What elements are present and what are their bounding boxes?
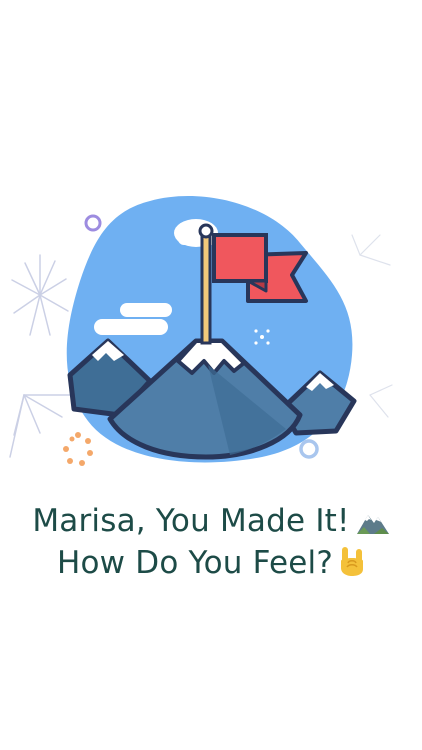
- rock-on-hand-emoji-icon: [339, 545, 365, 577]
- flag-pole: [200, 229, 212, 345]
- mountain-emoji-icon: [356, 509, 390, 535]
- headline-line-1: Marisa, You Made It!: [0, 500, 422, 542]
- sparkle-burst-right-icon: [351, 234, 393, 418]
- flag-pole-top: [198, 223, 214, 239]
- headline-text-1: Marisa, You Made It!: [32, 503, 350, 539]
- summit-flag-illustration: [0, 195, 422, 475]
- headline-line-2: How Do You Feel?: [0, 542, 422, 584]
- sparkle-burst-left-icon: [9, 254, 71, 458]
- ring-icon: [84, 214, 102, 232]
- ring-icon: [299, 439, 319, 459]
- dotted-burst-icon: [63, 432, 93, 466]
- flag-front: [212, 233, 268, 283]
- headline-text-2: How Do You Feel?: [56, 545, 333, 581]
- completion-headline: Marisa, You Made It! How Do You Feel?: [0, 500, 422, 584]
